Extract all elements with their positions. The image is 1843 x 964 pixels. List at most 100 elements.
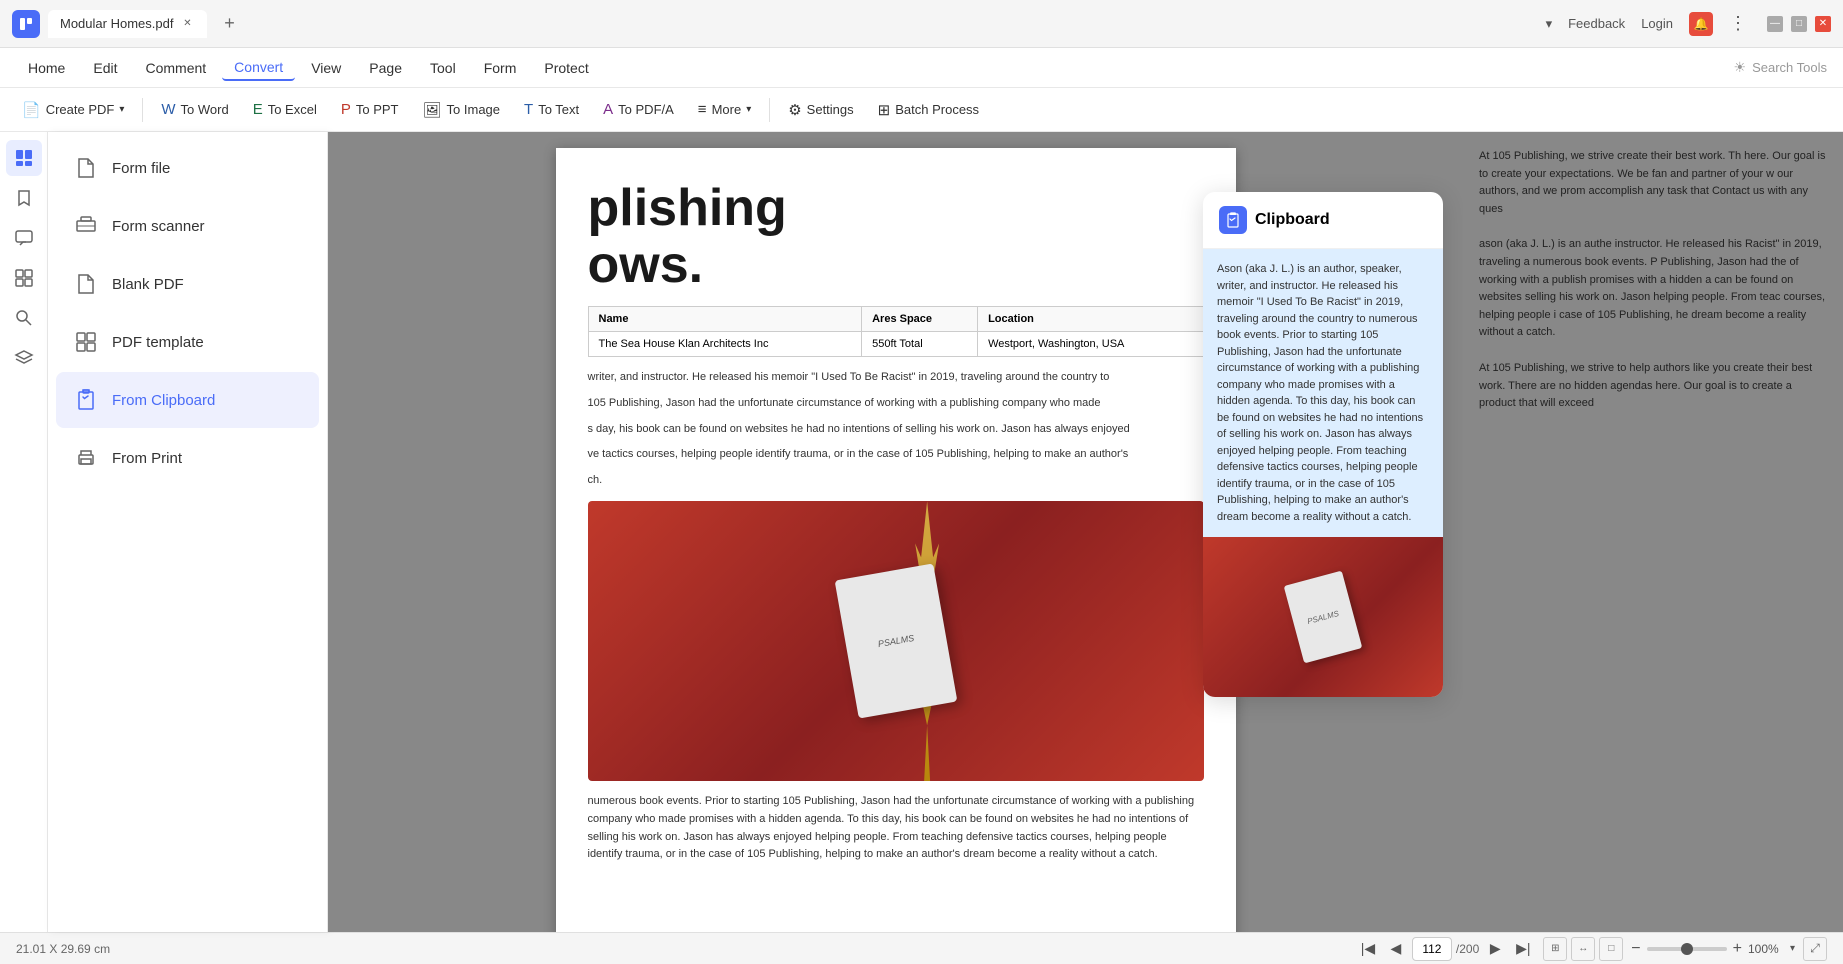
clipboard-popup-header: Clipboard	[1203, 192, 1443, 249]
sidebar-pages-button[interactable]	[6, 140, 42, 176]
page-number-input[interactable]	[1412, 937, 1452, 961]
menu-convert[interactable]: Convert	[222, 55, 295, 81]
form-file-icon	[72, 154, 100, 182]
menu-form[interactable]: Form	[472, 56, 529, 80]
to-text-button[interactable]: T To Text	[514, 96, 589, 123]
toolbar-divider-1	[142, 98, 143, 122]
to-pdfa-button[interactable]: A To PDF/A	[593, 96, 684, 123]
titlebar-controls: ▾ Feedback Login 🔔 ⋮	[1546, 12, 1747, 36]
clip-book: PSALMS	[1284, 571, 1363, 664]
pdf-template-item[interactable]: PDF template	[56, 314, 319, 370]
notification-icon[interactable]: 🔔	[1689, 12, 1713, 36]
zoom-slider[interactable]	[1647, 947, 1727, 951]
next-page-button[interactable]: ▶	[1483, 937, 1507, 961]
menu-comment[interactable]: Comment	[133, 56, 218, 80]
form-file-label: Form file	[112, 160, 170, 177]
from-print-item[interactable]: From Print	[56, 430, 319, 486]
zoom-in-button[interactable]: +	[1733, 940, 1742, 958]
close-button[interactable]: ✕	[1815, 16, 1831, 32]
to-excel-icon: E	[253, 101, 263, 118]
fit-page-button[interactable]: ⊞	[1543, 937, 1567, 961]
batch-process-icon: ⊞	[878, 101, 891, 119]
to-text-label: To Text	[538, 102, 579, 117]
clipboard-img-content: PSALMS	[1203, 537, 1443, 697]
table-row: The Sea House Klan Architects Inc 550ft …	[588, 332, 1203, 357]
to-word-icon: W	[161, 101, 175, 118]
pdf-title-line2: ows.	[588, 236, 704, 294]
window-controls: — □ ✕	[1767, 16, 1831, 32]
settings-label: Settings	[807, 102, 854, 117]
sidebar-bookmark-button[interactable]	[6, 180, 42, 216]
menu-tool[interactable]: Tool	[418, 56, 468, 80]
prev-page-button[interactable]: ◀	[1384, 937, 1408, 961]
from-clipboard-item[interactable]: From Clipboard	[56, 372, 319, 428]
to-ppt-button[interactable]: P To PPT	[331, 96, 409, 123]
more-button[interactable]: ≡ More ▾	[688, 96, 761, 123]
to-excel-button[interactable]: E To Excel	[243, 96, 327, 123]
last-page-button[interactable]: ▶|	[1511, 937, 1535, 961]
from-print-icon	[72, 444, 100, 472]
minimize-button[interactable]: —	[1767, 16, 1783, 32]
pdf-text-1: writer, and instructor. He released his …	[588, 369, 1204, 387]
psalms-book: PSALMS	[834, 564, 957, 719]
close-tab-button[interactable]: ✕	[179, 16, 195, 32]
create-pdf-dropdown: Form file Form scanner Blank PDF PDF tem…	[48, 132, 328, 932]
search-tools-icon: ☀	[1734, 59, 1747, 76]
pdf-title-line1: plishing	[588, 179, 787, 237]
statusbar-right: |◀ ◀ /200 ▶ ▶| ⊞ ↔ □ − + 100% ▾ ⤢	[1356, 937, 1827, 961]
clipboard-popup: Clipboard Ason (aka J. L.) is an author,…	[1203, 192, 1443, 697]
pdf-text-4: ve tactics courses, helping people ident…	[588, 446, 1204, 464]
active-tab[interactable]: Modular Homes.pdf ✕	[48, 10, 207, 38]
zoom-thumb	[1681, 943, 1693, 955]
to-image-button[interactable]: 🖼 To Image	[413, 96, 511, 124]
menu-edit[interactable]: Edit	[81, 56, 129, 80]
sidebar-search-button[interactable]	[6, 300, 42, 336]
single-page-button[interactable]: □	[1599, 937, 1623, 961]
create-pdf-label: Create PDF	[46, 102, 115, 117]
search-tools-label[interactable]: Search Tools	[1752, 60, 1827, 75]
settings-button[interactable]: ⚙ Settings	[778, 96, 863, 124]
page-navigation: |◀ ◀ /200 ▶ ▶|	[1356, 937, 1535, 961]
pdf-area: plishing ows. Name Ares Space Location T…	[328, 132, 1463, 932]
pdf-table: Name Ares Space Location The Sea House K…	[588, 306, 1204, 357]
first-page-button[interactable]: |◀	[1356, 937, 1380, 961]
fit-width-button[interactable]: ↔	[1571, 937, 1595, 961]
form-file-item[interactable]: Form file	[56, 140, 319, 196]
menu-page[interactable]: Page	[357, 56, 414, 80]
sidebar-comment-button[interactable]	[6, 220, 42, 256]
batch-process-button[interactable]: ⊞ Batch Process	[868, 96, 989, 124]
feedback-button[interactable]: Feedback	[1568, 16, 1625, 31]
menu-view[interactable]: View	[299, 56, 353, 80]
dropdown-arrow[interactable]: ▾	[1546, 16, 1553, 32]
sidebar-layers-button[interactable]	[6, 340, 42, 376]
toolbar: 📄 Create PDF ▾ W To Word E To Excel P To…	[0, 88, 1843, 132]
batch-process-label: Batch Process	[895, 102, 979, 117]
clipboard-text-content: Ason (aka J. L.) is an author, speaker, …	[1217, 263, 1423, 523]
expand-view-button[interactable]: ⤢	[1803, 937, 1827, 961]
to-word-button[interactable]: W To Word	[151, 96, 238, 123]
maximize-button[interactable]: □	[1791, 16, 1807, 32]
more-options-icon[interactable]: ⋮	[1729, 13, 1747, 34]
zoom-out-button[interactable]: −	[1631, 940, 1640, 958]
to-pdfa-label: To PDF/A	[618, 102, 674, 117]
more-arrow: ▾	[746, 104, 751, 115]
to-pdfa-icon: A	[603, 101, 613, 118]
pdf-title: plishing ows.	[588, 180, 1204, 294]
create-pdf-button[interactable]: 📄 Create PDF ▾	[12, 96, 134, 124]
form-scanner-item[interactable]: Form scanner	[56, 198, 319, 254]
from-clipboard-label: From Clipboard	[112, 392, 215, 409]
app-icon	[12, 10, 40, 38]
login-button[interactable]: Login	[1641, 16, 1673, 31]
zoom-arrow[interactable]: ▾	[1790, 943, 1795, 954]
blank-pdf-item[interactable]: Blank PDF	[56, 256, 319, 312]
blank-pdf-icon	[72, 270, 100, 298]
sidebar-thumbnail-button[interactable]	[6, 260, 42, 296]
pdf-text-3: s day, his book can be found on websites…	[588, 421, 1204, 439]
clipboard-popup-image: PSALMS	[1203, 537, 1443, 697]
new-tab-button[interactable]: +	[215, 10, 243, 38]
pdf-image: PSALMS	[588, 501, 1204, 781]
menu-protect[interactable]: Protect	[532, 56, 600, 80]
more-icon: ≡	[698, 101, 707, 118]
menu-home[interactable]: Home	[16, 56, 77, 80]
zoom-percent: 100%	[1748, 942, 1784, 956]
